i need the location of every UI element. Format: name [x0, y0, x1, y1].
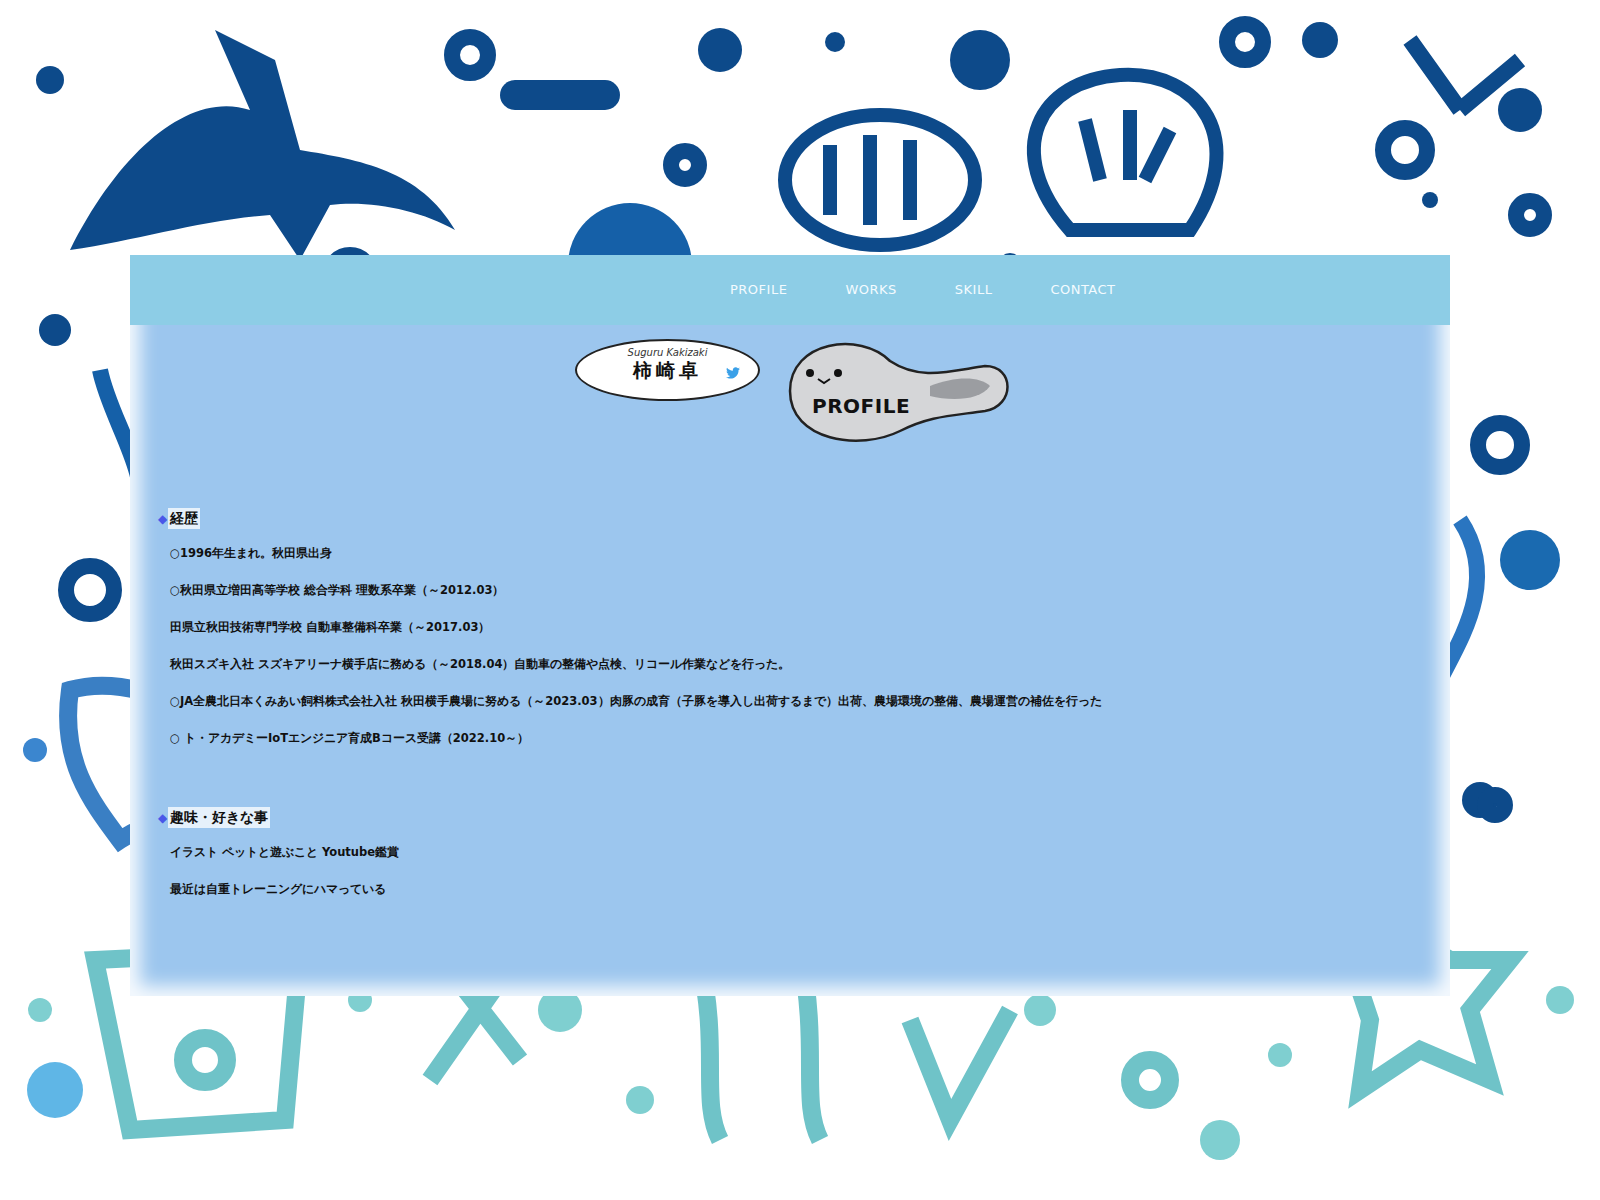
profile-badge: PROFILE: [812, 391, 910, 421]
nav-link[interactable]: WORKS: [845, 280, 896, 300]
section-heading: ◆趣味・好きな事: [158, 805, 1420, 844]
main-nav: PROFILE WORKS SKILL CONTACT: [130, 255, 1450, 325]
section-item: ○JA全農北日本くみあい飼料株式会社入社 秋田横手農場に努める（～2023.03…: [158, 693, 1420, 730]
section-item: ○1996年生まれ。秋田県出身: [158, 545, 1420, 582]
logo: Suguru Kakizaki 柿崎卓 PROFILE: [130, 325, 1450, 446]
section-item: 秋田スズキ入社 スズキアリーナ横手店に務める（～2018.04）自動車の整備や点…: [158, 656, 1420, 693]
nav-link[interactable]: CONTACT: [1050, 280, 1115, 300]
section-item: 最近は自重トレーニングにハマっている: [158, 881, 1420, 918]
seal-icon: [780, 331, 1015, 446]
section-item: ○ ト・アカデミーIoTエンジニア育成Bコース受講（2022.10～）: [158, 730, 1420, 767]
profile-panel: PROFILE WORKS SKILL CONTACT Suguru Kakizaki…: [130, 255, 1450, 996]
profile-section: ◆趣味・好きな事イラスト ペットと遊ぶこと Youtube鑑賞最近は自重トレーニ…: [158, 805, 1420, 918]
seal-mascot: PROFILE: [780, 331, 1015, 446]
section-heading: ◆経歴: [158, 506, 1420, 545]
section-title: 趣味・好きな事: [168, 807, 270, 828]
section-item: 田県立秋田技術専門学校 自動車整備科卒業（～2017.03）: [158, 619, 1420, 656]
profile-content: ◆経歴○1996年生まれ。秋田県出身○秋田県立増田高等学校 総合学科 理数系卒業…: [130, 446, 1450, 996]
twitter-bird-icon[interactable]: [726, 367, 740, 379]
nav-link[interactable]: SKILL: [955, 280, 993, 300]
section-item: イラスト ペットと遊ぶこと Youtube鑑賞: [158, 844, 1420, 881]
section-title: 経歴: [168, 508, 200, 529]
name-bubble: Suguru Kakizaki 柿崎卓: [575, 339, 760, 401]
nav-link[interactable]: PROFILE: [730, 280, 787, 300]
profile-section: ◆経歴○1996年生まれ。秋田県出身○秋田県立増田高等学校 総合学科 理数系卒業…: [158, 506, 1420, 767]
section-item: ○秋田県立増田高等学校 総合学科 理数系卒業（～2012.03）: [158, 582, 1420, 619]
diamond-marker: ◆: [158, 811, 167, 825]
name-japanese: 柿崎卓: [585, 359, 750, 382]
name-english: Suguru Kakizaki: [585, 347, 750, 359]
diamond-marker: ◆: [158, 512, 167, 526]
